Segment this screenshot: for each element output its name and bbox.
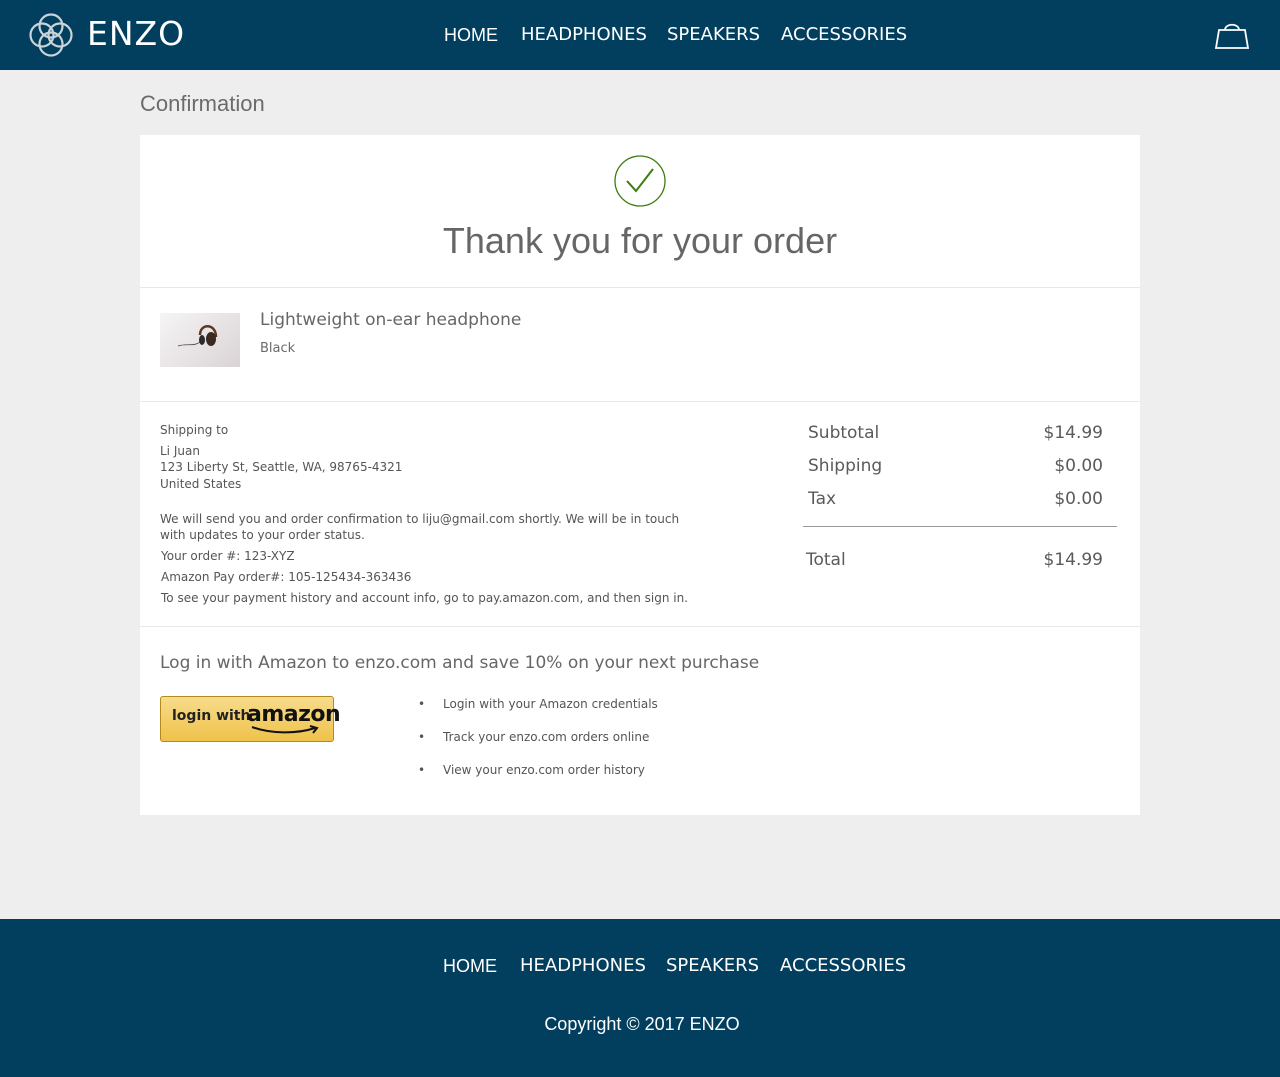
login-with-amazon-button[interactable]: login with amazon (160, 696, 341, 742)
footer-nav: HOME HEADPHONES SPEAKERS ACCESSORIES (0, 953, 1280, 979)
total-label: Total (806, 550, 846, 570)
amazon-pay-order-number: Amazon Pay order#: 105-125434-363436 (161, 570, 412, 584)
bullet-icon: • (418, 697, 426, 711)
footer-nav-speakers[interactable]: SPEAKERS (666, 953, 759, 979)
shipping-address: 123 Liberty St, Seattle, WA, 98765-4321 (160, 460, 403, 474)
notice-line-2: with updates to your order status. (160, 528, 365, 542)
confirmation-card: Thank you for your order Lightweight on-… (140, 135, 1140, 815)
amazon-login-promo: Log in with Amazon to enzo.com and save … (160, 653, 760, 673)
benefit-text: View your enzo.com order history (443, 763, 645, 777)
divider (140, 626, 1140, 627)
summary-divider (803, 526, 1117, 527)
benefit-text: Login with your Amazon credentials (443, 697, 658, 711)
divider (140, 287, 1140, 288)
benefits-list: • Login with your Amazon credentials • Tra… (418, 696, 658, 795)
page-title: Confirmation (140, 91, 265, 116)
product-name[interactable]: Lightweight on-ear headphone (260, 308, 521, 332)
shipping-label: Shipping to (160, 423, 229, 437)
notice-line-1: We will send you and order confirmation … (160, 512, 680, 526)
nav-speakers[interactable]: SPEAKERS (667, 22, 760, 48)
divider (140, 401, 1140, 402)
bullet-icon: • (418, 730, 426, 744)
thank-you-heading: Thank you for your order (442, 220, 838, 261)
login-with-text: login with (172, 708, 251, 724)
order-number: Your order #: 123-XYZ (161, 549, 295, 563)
shopping-bag-icon[interactable] (1214, 19, 1250, 50)
headphone-icon (177, 325, 218, 347)
footer-nav-headphones[interactable]: HEADPHONES (520, 953, 646, 979)
site-footer: HOME HEADPHONES SPEAKERS ACCESSORIES Cop… (0, 919, 1280, 1077)
nav-accessories[interactable]: ACCESSORIES (781, 22, 907, 48)
nav-headphones[interactable]: HEADPHONES (521, 22, 647, 48)
list-item: • Track your enzo.com orders online (418, 729, 658, 762)
product-color: Black (260, 341, 296, 356)
shipping-cost-value: $0.00 (1054, 456, 1103, 476)
site-header: ENZO HOME HEADPHONES SPEAKERS ACCESSORIE… (0, 0, 1280, 70)
shipping-name: Li Juan (160, 444, 200, 458)
nav-home[interactable]: HOME (444, 22, 498, 48)
shipping-country: United States (160, 477, 242, 491)
list-item: • Login with your Amazon credentials (418, 696, 658, 729)
amazon-smile-icon (251, 725, 319, 734)
list-item: • View your enzo.com order history (418, 762, 658, 795)
tax-label: Tax (808, 489, 837, 509)
bullet-icon: • (418, 763, 426, 777)
total-value: $14.99 (1043, 550, 1103, 570)
headphone-thumbnail[interactable] (160, 313, 240, 367)
footer-nav-accessories[interactable]: ACCESSORIES (780, 953, 906, 979)
shipping-cost-label: Shipping (808, 456, 883, 476)
footer-nav-home[interactable]: HOME (443, 953, 497, 979)
main-nav: HOME HEADPHONES SPEAKERS ACCESSORIES (0, 22, 1280, 48)
subtotal-value: $14.99 (1043, 423, 1103, 443)
subtotal-label: Subtotal (808, 423, 880, 443)
payment-history-note: To see your payment history and account … (161, 591, 688, 605)
benefit-text: Track your enzo.com orders online (443, 730, 650, 744)
copyright: Copyright © 2017 ENZO (544, 1014, 740, 1034)
tax-value: $0.00 (1054, 489, 1103, 509)
checkmark-circle-icon (614, 155, 666, 207)
